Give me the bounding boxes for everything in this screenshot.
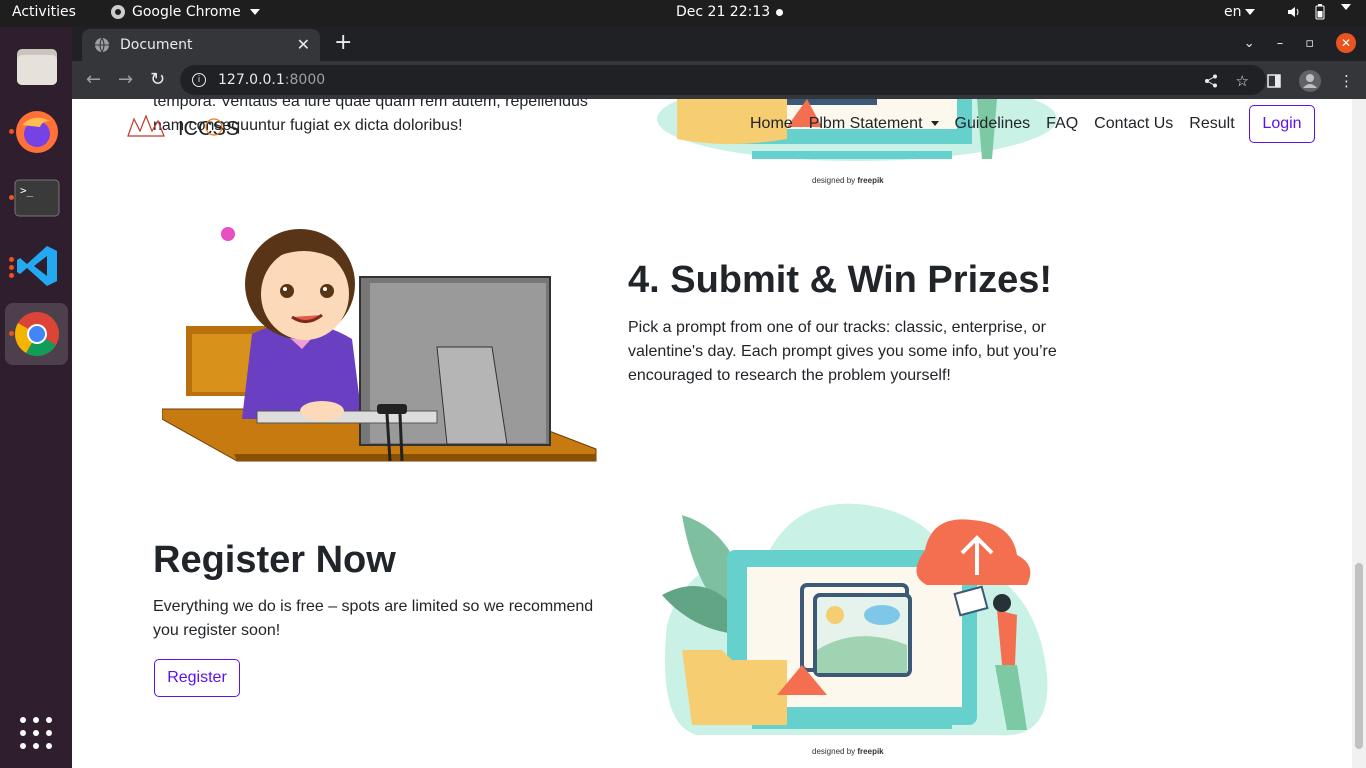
upload-illustration [662, 503, 1048, 736]
toolbar-actions: ☆ ⋮ [1204, 70, 1354, 92]
chevron-down-icon [249, 9, 260, 15]
login-button[interactable]: Login [1249, 105, 1315, 143]
system-top-bar: Activities Google Chrome Dec 21 22:13 en [0, 0, 1366, 27]
register-button[interactable]: Register [154, 659, 240, 697]
tab-search-icon[interactable]: ⌄ [1244, 36, 1255, 51]
site-info-icon[interactable]: i [192, 73, 206, 87]
close-window-button[interactable]: ✕ [1336, 33, 1356, 53]
register-body: Everything we do is free – spots are lim… [153, 598, 594, 639]
register-heading: Register Now [153, 539, 396, 581]
running-indicator [9, 195, 14, 200]
close-tab-icon[interactable]: ✕ [297, 35, 310, 54]
step-4-body: Pick a prompt from one of our tracks: cl… [628, 319, 1057, 384]
profile-avatar-icon[interactable] [1299, 70, 1321, 92]
page-viewport: tempora. Veritatis ea iure quae quam rem… [72, 99, 1352, 768]
side-panel-icon[interactable] [1267, 74, 1281, 88]
show-applications-button[interactable] [20, 717, 52, 749]
tab-document[interactable]: Document ✕ [82, 29, 320, 61]
new-tab-button[interactable]: + [334, 30, 352, 55]
maximize-button[interactable]: ▫ [1305, 36, 1314, 51]
vscode-app[interactable] [5, 235, 68, 297]
running-indicator [9, 331, 14, 336]
image-credit-bottom: designed by freepik [812, 747, 884, 756]
address-bar[interactable]: i 127.0.0.1:8000 [180, 65, 1266, 95]
tab-strip: Document ✕ + ⌄ – ▫ ✕ [72, 27, 1366, 61]
bookmark-star-icon[interactable]: ☆ [1236, 72, 1249, 90]
chrome-small-icon [111, 5, 125, 19]
activities-button[interactable]: Activities [12, 4, 76, 20]
url-port: :8000 [284, 72, 326, 88]
terminal-app[interactable]: >_ [5, 167, 68, 229]
credit-prefix: designed by [812, 176, 856, 185]
system-menu[interactable] [1286, 4, 1351, 20]
forward-button[interactable]: → [118, 69, 133, 90]
step-4-heading: 4. Submit & Win Prizes! [628, 259, 1053, 301]
dock: >_ [0, 27, 72, 768]
running-indicator [9, 129, 14, 134]
running-indicator [9, 273, 14, 278]
chrome-icon [14, 312, 59, 356]
firefox-app[interactable] [5, 101, 68, 163]
site-navbar: ICCSS Home Plbm Statement Guidelines FAQ… [72, 99, 1352, 155]
running-indicator [9, 257, 14, 262]
vscode-icon [16, 246, 57, 286]
language-label: en [1224, 4, 1242, 20]
back-button[interactable]: ← [86, 69, 101, 90]
firefox-icon [15, 111, 58, 153]
svg-text:>_: >_ [20, 184, 34, 197]
chevron-down-icon [1341, 4, 1351, 10]
globe-icon [95, 37, 109, 53]
nav-guidelines[interactable]: Guidelines [955, 115, 1031, 133]
volume-icon [1288, 7, 1299, 17]
terminal-icon: >_ [14, 179, 59, 217]
app-menu-label: Google Chrome [132, 4, 241, 20]
language-indicator[interactable]: en [1224, 4, 1255, 20]
app-menu[interactable]: Google Chrome [110, 4, 260, 20]
scrollbar-thumb[interactable] [1355, 563, 1363, 749]
files-app[interactable] [5, 35, 68, 97]
image-credit-top: designed by freepik [812, 176, 884, 185]
reload-button[interactable]: ↻ [150, 69, 165, 90]
notification-dot [776, 9, 783, 16]
nav-home[interactable]: Home [750, 115, 793, 133]
share-icon[interactable] [1204, 74, 1218, 88]
battery-icon [1315, 4, 1325, 20]
page-scrollbar[interactable] [1352, 99, 1366, 768]
running-indicator [9, 265, 14, 270]
url-host: 127.0.0.1 [218, 72, 285, 88]
girl-computer-illustration [162, 227, 597, 462]
chrome-app[interactable] [5, 303, 68, 365]
nav-result[interactable]: Result [1189, 115, 1234, 133]
nav-links: Home Plbm Statement Guidelines FAQ Conta… [750, 115, 1235, 133]
window-controls: ⌄ – ▫ ✕ [1244, 33, 1356, 53]
credit-brand: freepik [857, 747, 884, 756]
nav-contact-us[interactable]: Contact Us [1094, 115, 1173, 133]
credit-brand: freepik [857, 176, 884, 185]
clock[interactable]: Dec 21 22:13 [676, 4, 770, 20]
credit-prefix: designed by [812, 747, 856, 756]
files-icon [16, 49, 57, 85]
minimize-button[interactable]: – [1277, 36, 1284, 51]
nav-problem-statement-dropdown[interactable]: Plbm Statement [809, 115, 939, 133]
browser-toolbar: ← → ↻ i 127.0.0.1:8000 ☆ ⋮ [72, 61, 1366, 99]
site-logo[interactable]: ICCSS [126, 111, 256, 141]
tab-title: Document [120, 37, 193, 53]
chevron-down-icon [1244, 9, 1255, 15]
menu-kebab-icon[interactable]: ⋮ [1339, 72, 1354, 90]
nav-faq[interactable]: FAQ [1046, 115, 1078, 133]
